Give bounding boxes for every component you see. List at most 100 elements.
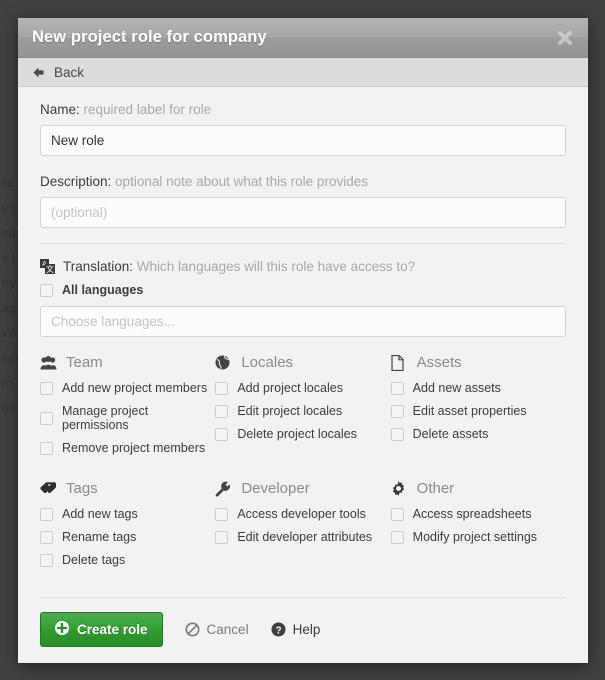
help-button[interactable]: ? Help (271, 622, 321, 637)
permission-item-label[interactable]: Rename tags (62, 530, 136, 544)
permission-group-locales: Locales Add project locales Edit project l… (215, 354, 390, 480)
svg-text:?: ? (275, 625, 281, 636)
all-languages-row[interactable]: All languages (40, 283, 566, 297)
dialog-footer: Create role Cancel ? Help (18, 598, 588, 663)
permission-item[interactable]: Delete assets (390, 427, 566, 441)
permission-item[interactable]: Manage project permissions (40, 404, 215, 432)
permission-item-label[interactable]: Add new tags (62, 507, 138, 521)
all-languages-label[interactable]: All languages (62, 283, 143, 297)
permission-checkbox[interactable] (40, 381, 53, 395)
translation-icon: A 文 (40, 259, 55, 274)
permission-item-label[interactable]: Delete tags (62, 553, 125, 567)
permission-checkbox[interactable] (390, 507, 404, 521)
description-label-text: Description: (40, 174, 112, 189)
gear-icon (391, 481, 408, 496)
permission-item-label[interactable]: Edit developer attributes (237, 530, 372, 544)
new-project-role-dialog: New project role for company Back Name: … (18, 18, 588, 663)
permission-item-label[interactable]: Manage project permissions (62, 404, 215, 432)
permission-group-assets: Assets Add new assets Edit asset propertie… (390, 354, 566, 480)
permission-item-label[interactable]: Add project locales (237, 381, 343, 395)
permission-group-other: Other Access spreadsheets Modify project s… (390, 480, 566, 592)
dialog-titlebar: New project role for company (18, 18, 588, 58)
back-button[interactable]: Back (18, 58, 588, 87)
permission-checkbox[interactable] (390, 381, 404, 395)
question-circle-icon: ? (271, 622, 286, 637)
permission-group-heading: Team (40, 354, 215, 371)
permission-checkbox[interactable] (390, 530, 404, 544)
permission-item[interactable]: Remove project members (40, 441, 215, 455)
permission-group-team: Team Add new project members Manage projec… (40, 354, 215, 480)
permission-item[interactable]: Edit asset properties (390, 404, 566, 418)
help-label: Help (292, 622, 321, 637)
permission-item[interactable]: Modify project settings (390, 530, 566, 544)
permission-item-label[interactable]: Modify project settings (413, 530, 537, 544)
name-hint-text: required label for role (83, 102, 212, 117)
permission-item-label[interactable]: Delete project locales (237, 427, 357, 441)
permission-checkbox[interactable] (390, 427, 404, 441)
name-input[interactable] (40, 125, 566, 156)
permission-checkbox[interactable] (40, 411, 53, 425)
permission-item[interactable]: Add project locales (215, 381, 390, 395)
back-label: Back (54, 64, 85, 80)
permission-checkbox[interactable] (40, 530, 53, 544)
permission-item-label[interactable]: Access spreadsheets (413, 507, 532, 521)
name-field-label: Name: required label for role (40, 101, 566, 118)
permission-checkbox[interactable] (215, 507, 229, 521)
permission-item[interactable]: Edit developer attributes (215, 530, 390, 544)
permission-item[interactable]: Delete project locales (215, 427, 390, 441)
permission-item-label[interactable]: Edit asset properties (413, 404, 527, 418)
permission-checkbox[interactable] (215, 381, 229, 395)
permission-group-tags: Tags Add new tags Rename tags Delete tags (40, 480, 215, 592)
permission-group-title: Team (66, 354, 103, 371)
permission-group-developer: Developer Access developer tools Edit deve… (215, 480, 390, 592)
permission-checkbox[interactable] (40, 507, 53, 521)
dialog-title: New project role for company (32, 28, 267, 46)
translation-label-text: Translation: (63, 259, 134, 274)
permission-checkbox[interactable] (390, 404, 404, 418)
permission-item-label[interactable]: Add new assets (413, 381, 501, 395)
permission-group-title: Other (416, 480, 455, 497)
permission-checkbox[interactable] (215, 427, 229, 441)
permission-item[interactable]: Add new tags (40, 507, 215, 521)
permission-item-label[interactable]: Add new project members (62, 381, 207, 395)
permission-checkbox[interactable] (215, 530, 229, 544)
name-label-text: Name: (40, 102, 80, 117)
close-icon[interactable] (554, 27, 576, 49)
tag-icon (40, 481, 57, 496)
permission-item-label[interactable]: Access developer tools (237, 507, 366, 521)
permission-item-label[interactable]: Remove project members (62, 441, 205, 455)
translation-heading: A 文 Translation: Which languages will th… (40, 259, 566, 274)
permission-group-heading: Other (391, 480, 566, 497)
wrench-icon (215, 481, 232, 497)
translation-hint-text: Which languages will this role have acce… (136, 259, 416, 274)
permission-group-title: Assets (416, 354, 462, 371)
permission-item[interactable]: Access spreadsheets (390, 507, 566, 521)
permission-item[interactable]: Delete tags (40, 553, 215, 567)
permission-item[interactable]: Add new project members (40, 381, 215, 395)
permission-checkbox[interactable] (215, 404, 229, 418)
permission-item-label[interactable]: Edit project locales (237, 404, 342, 418)
cancel-button[interactable]: Cancel (184, 622, 249, 637)
permission-group-title: Tags (66, 480, 98, 497)
languages-input[interactable] (40, 306, 566, 337)
file-icon (391, 354, 408, 371)
description-hint-text: optional note about what this role provi… (115, 174, 368, 189)
all-languages-checkbox[interactable] (40, 283, 53, 297)
svg-text:文: 文 (46, 264, 54, 274)
permission-checkbox[interactable] (40, 553, 53, 567)
permission-item[interactable]: Edit project locales (215, 404, 390, 418)
permission-item[interactable]: Access developer tools (215, 507, 390, 521)
permission-item[interactable]: Rename tags (40, 530, 215, 544)
permission-checkbox[interactable] (40, 441, 53, 455)
translation-label-group: Translation: Which languages will this r… (63, 259, 415, 274)
permission-group-heading: Developer (215, 480, 390, 497)
permission-group-title: Developer (241, 480, 310, 497)
permission-item[interactable]: Add new assets (390, 381, 566, 395)
users-icon (40, 355, 57, 370)
description-input[interactable] (40, 197, 566, 228)
description-field-label: Description: optional note about what th… (40, 173, 566, 190)
dialog-body: Name: required label for role Descriptio… (18, 87, 588, 597)
permission-item-label[interactable]: Delete assets (413, 427, 489, 441)
permission-group-heading: Tags (40, 480, 215, 497)
create-role-button[interactable]: Create role (40, 612, 163, 647)
